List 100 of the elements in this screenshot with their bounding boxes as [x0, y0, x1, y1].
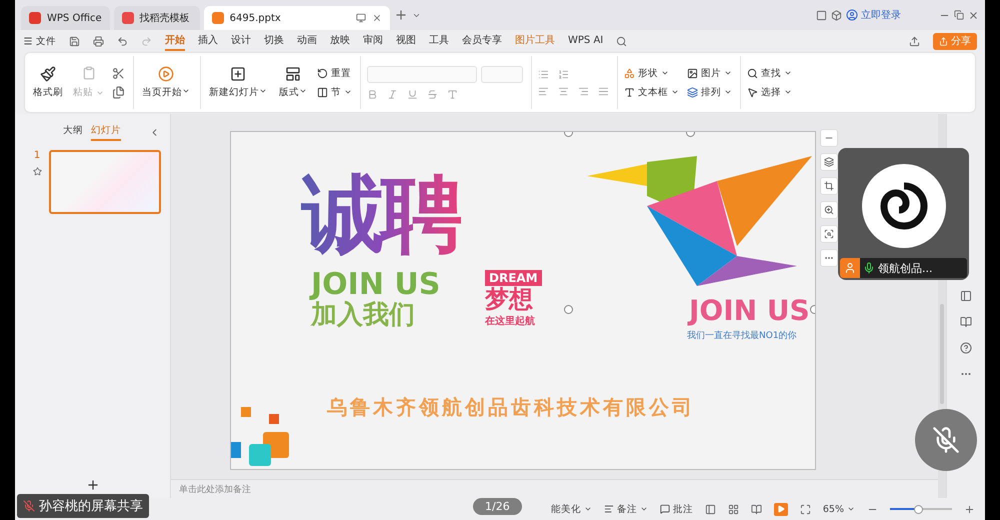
scan-icon[interactable]: [820, 225, 838, 243]
ribbon-tab[interactable]: 视图: [396, 31, 416, 51]
ribbon-tab[interactable]: 插入: [198, 31, 218, 51]
help-icon[interactable]: [960, 342, 972, 354]
search-icon: [747, 68, 758, 78]
crop-icon[interactable]: [820, 177, 838, 195]
save-icon[interactable]: [69, 36, 80, 46]
user-icon: [846, 9, 858, 21]
document-tab[interactable]: 6495.pptx: [204, 6, 390, 30]
login-link[interactable]: 立即登录: [846, 8, 901, 22]
new-slide-button[interactable]: 新建幻灯片: [207, 66, 269, 99]
ribbon-tab[interactable]: 会员专享: [462, 31, 502, 51]
app-logo-icon: [212, 12, 224, 24]
notes-button[interactable]: 备注: [604, 502, 648, 516]
slide-text: 梦想: [485, 287, 533, 311]
caret-icon: [182, 87, 190, 95]
ribbon-tab[interactable]: 动画: [297, 31, 317, 51]
cube-icon[interactable]: [831, 10, 842, 20]
slide-label: DREAM: [485, 270, 542, 286]
panel-tab[interactable]: 大纲: [63, 124, 83, 140]
format-painter-button[interactable]: 格式刷: [31, 66, 65, 99]
select-button[interactable]: 选择: [747, 86, 792, 98]
selection-handle[interactable]: [564, 305, 573, 314]
page-counter: 1/26: [473, 498, 522, 515]
play-icon: [158, 66, 174, 82]
caret-icon: [671, 88, 679, 96]
person-icon: [844, 262, 856, 274]
restore-icon[interactable]: [954, 10, 964, 20]
pointer-icon: [747, 86, 758, 98]
swirl-logo-icon: [880, 182, 927, 230]
ribbon-tab[interactable]: 工具: [429, 31, 449, 51]
close-icon[interactable]: [372, 13, 382, 23]
comment-icon: [660, 504, 670, 514]
font-size-field[interactable]: [481, 66, 523, 82]
grid-view-icon[interactable]: [728, 504, 739, 514]
caret-icon: [724, 88, 732, 96]
caret-icon: [259, 87, 267, 95]
document-tab[interactable]: WPS Office: [21, 6, 110, 30]
textbox-button[interactable]: 文本框: [624, 86, 679, 98]
zoom-in-icon[interactable]: [964, 504, 975, 514]
text-color-icon[interactable]: [447, 88, 458, 100]
zoom-in-icon[interactable]: [820, 201, 838, 219]
caret-icon: [584, 505, 592, 513]
star-icon: [32, 167, 42, 176]
new-slide-icon: [230, 66, 246, 82]
slide-thumbnail[interactable]: [49, 150, 161, 214]
play-from-current-button[interactable]: 当页开始: [140, 66, 192, 99]
share-icon: [939, 36, 948, 46]
ribbon-tab[interactable]: 放映: [330, 31, 350, 51]
slide[interactable]: 诚聘 JOIN US 加入我们 DREAM 梦想 在这里起航 JOIN US 我们一直在寻找最NO1的你 乌鲁木齐领航创品齿科技术有限公司: [230, 131, 816, 470]
document-tab[interactable]: 找稻壳模板: [114, 6, 200, 30]
font-name-field[interactable]: [367, 66, 477, 82]
layers-icon[interactable]: [820, 153, 838, 171]
shape-button[interactable]: 形状: [624, 66, 679, 80]
copy-icon[interactable]: [112, 86, 125, 98]
slide-text: 加入我们: [311, 302, 415, 328]
zoom-select[interactable]: 65%: [822, 504, 855, 514]
print-icon[interactable]: [93, 36, 104, 46]
normal-view-icon[interactable]: [704, 504, 716, 514]
undo-icon[interactable]: [117, 36, 128, 46]
caret-icon: [724, 69, 732, 77]
beautify-button[interactable]: 能美化: [550, 502, 592, 516]
add-slide-icon[interactable]: [86, 478, 100, 492]
arrange-button[interactable]: 排列: [687, 86, 732, 98]
picture-button[interactable]: 图片: [687, 66, 732, 80]
ribbon-tab[interactable]: 切换: [264, 31, 284, 51]
app-logo-icon: [29, 12, 41, 24]
section-button[interactable]: 节: [317, 86, 352, 98]
reset-button[interactable]: 重置: [317, 66, 352, 80]
screen-share-label: 孙容桃的屏幕共享: [17, 494, 149, 518]
company-name: 乌鲁木齐领航创品齿科技术有限公司: [327, 394, 695, 421]
slide-text: 在这里起航: [485, 314, 535, 328]
file-menu[interactable]: 文件: [23, 34, 56, 48]
play-icon[interactable]: [774, 502, 788, 516]
ribbon-tab[interactable]: 审阅: [363, 31, 383, 51]
book-icon[interactable]: [960, 316, 972, 328]
ribbon-tab[interactable]: WPS AI: [568, 32, 604, 50]
slide-title: 诚聘: [301, 172, 461, 256]
participant-name: 领航创品...: [878, 260, 932, 276]
panel-icon[interactable]: [960, 290, 972, 302]
paintbrush-icon: [40, 66, 56, 82]
slide-number: 1: [34, 150, 40, 161]
caret-icon: [784, 69, 792, 77]
fit-icon[interactable]: [800, 504, 811, 514]
reading-view-icon[interactable]: [750, 504, 762, 514]
slide-text: JOIN US: [689, 297, 810, 325]
add-tab-icon[interactable]: [394, 8, 408, 22]
monitor-icon[interactable]: [356, 13, 366, 23]
comments-button[interactable]: 批注: [660, 502, 693, 516]
find-button[interactable]: 查找: [747, 66, 792, 80]
window-icon[interactable]: [816, 10, 827, 20]
search-icon[interactable]: [616, 36, 628, 46]
cut-icon[interactable]: [112, 66, 125, 80]
reset-icon: [317, 68, 328, 78]
ribbon-tab[interactable]: 设计: [231, 31, 251, 51]
close-icon[interactable]: [968, 10, 979, 20]
cloud-upload-icon[interactable]: [909, 36, 920, 46]
layout-button[interactable]: 版式: [277, 66, 309, 99]
zoom-slider-thumb[interactable]: [914, 505, 923, 514]
caret-icon: [847, 505, 855, 513]
